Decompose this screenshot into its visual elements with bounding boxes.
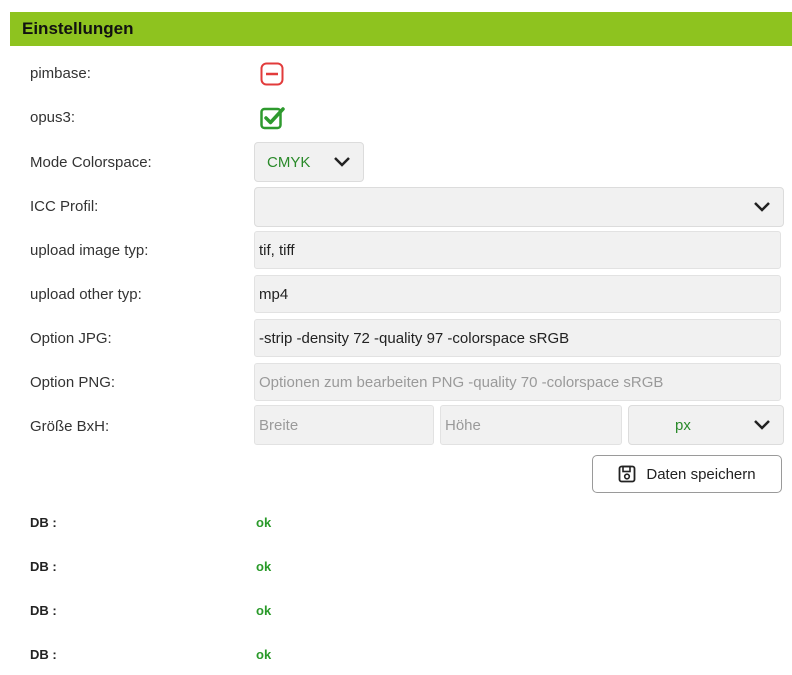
option-png-input[interactable]: Optionen zum bearbeiten PNG -quality 70 …	[254, 363, 781, 401]
upload-image-typ-label: upload image typ:	[30, 242, 149, 259]
upload-image-typ-input[interactable]: tif, tiff	[254, 231, 781, 269]
icc-profil-select[interactable]	[254, 187, 784, 227]
db-status-value: ok	[256, 515, 272, 530]
upload-other-typ-input[interactable]: mp4	[254, 275, 781, 313]
save-button[interactable]: Daten speichern	[592, 455, 782, 493]
mode-colorspace-value: CMYK	[267, 153, 311, 171]
db-status-value: ok	[256, 559, 272, 574]
mode-colorspace-select[interactable]: CMYK	[254, 142, 364, 182]
chevron-down-icon	[754, 420, 770, 430]
db-status-label: DB :	[30, 647, 57, 662]
groesse-label: Größe BxH:	[30, 418, 110, 435]
breite-input[interactable]: Breite	[254, 405, 434, 445]
icc-profil-label: ICC Profil:	[30, 198, 99, 215]
db-status-label: DB :	[30, 559, 57, 574]
chevron-down-icon	[334, 157, 350, 167]
pimbase-minus-icon[interactable]	[260, 62, 284, 86]
pimbase-label: pimbase:	[30, 65, 91, 82]
floppy-disk-icon	[618, 465, 636, 483]
db-status-value: ok	[256, 647, 272, 662]
db-status-value: ok	[256, 603, 272, 618]
mode-colorspace-label: Mode Colorspace:	[30, 154, 152, 171]
unit-select[interactable]: px	[628, 405, 784, 445]
option-jpg-label: Option JPG:	[30, 330, 112, 347]
db-status-label: DB :	[30, 603, 57, 618]
hoehe-input[interactable]: Höhe	[440, 405, 622, 445]
opus3-label: opus3:	[30, 109, 76, 126]
unit-value: px	[675, 416, 691, 434]
save-button-label: Daten speichern	[646, 465, 756, 483]
panel-header: Einstellungen	[10, 12, 792, 46]
option-jpg-input[interactable]: -strip -density 72 -quality 97 -colorspa…	[254, 319, 781, 357]
settings-panel: Einstellungen pimbase: opus3: Mode Color…	[10, 12, 792, 675]
chevron-down-icon	[754, 202, 770, 212]
upload-other-typ-label: upload other typ:	[30, 286, 142, 303]
opus3-checkbox-icon[interactable]	[260, 106, 285, 130]
db-status-label: DB :	[30, 515, 57, 530]
option-png-label: Option PNG:	[30, 374, 116, 391]
